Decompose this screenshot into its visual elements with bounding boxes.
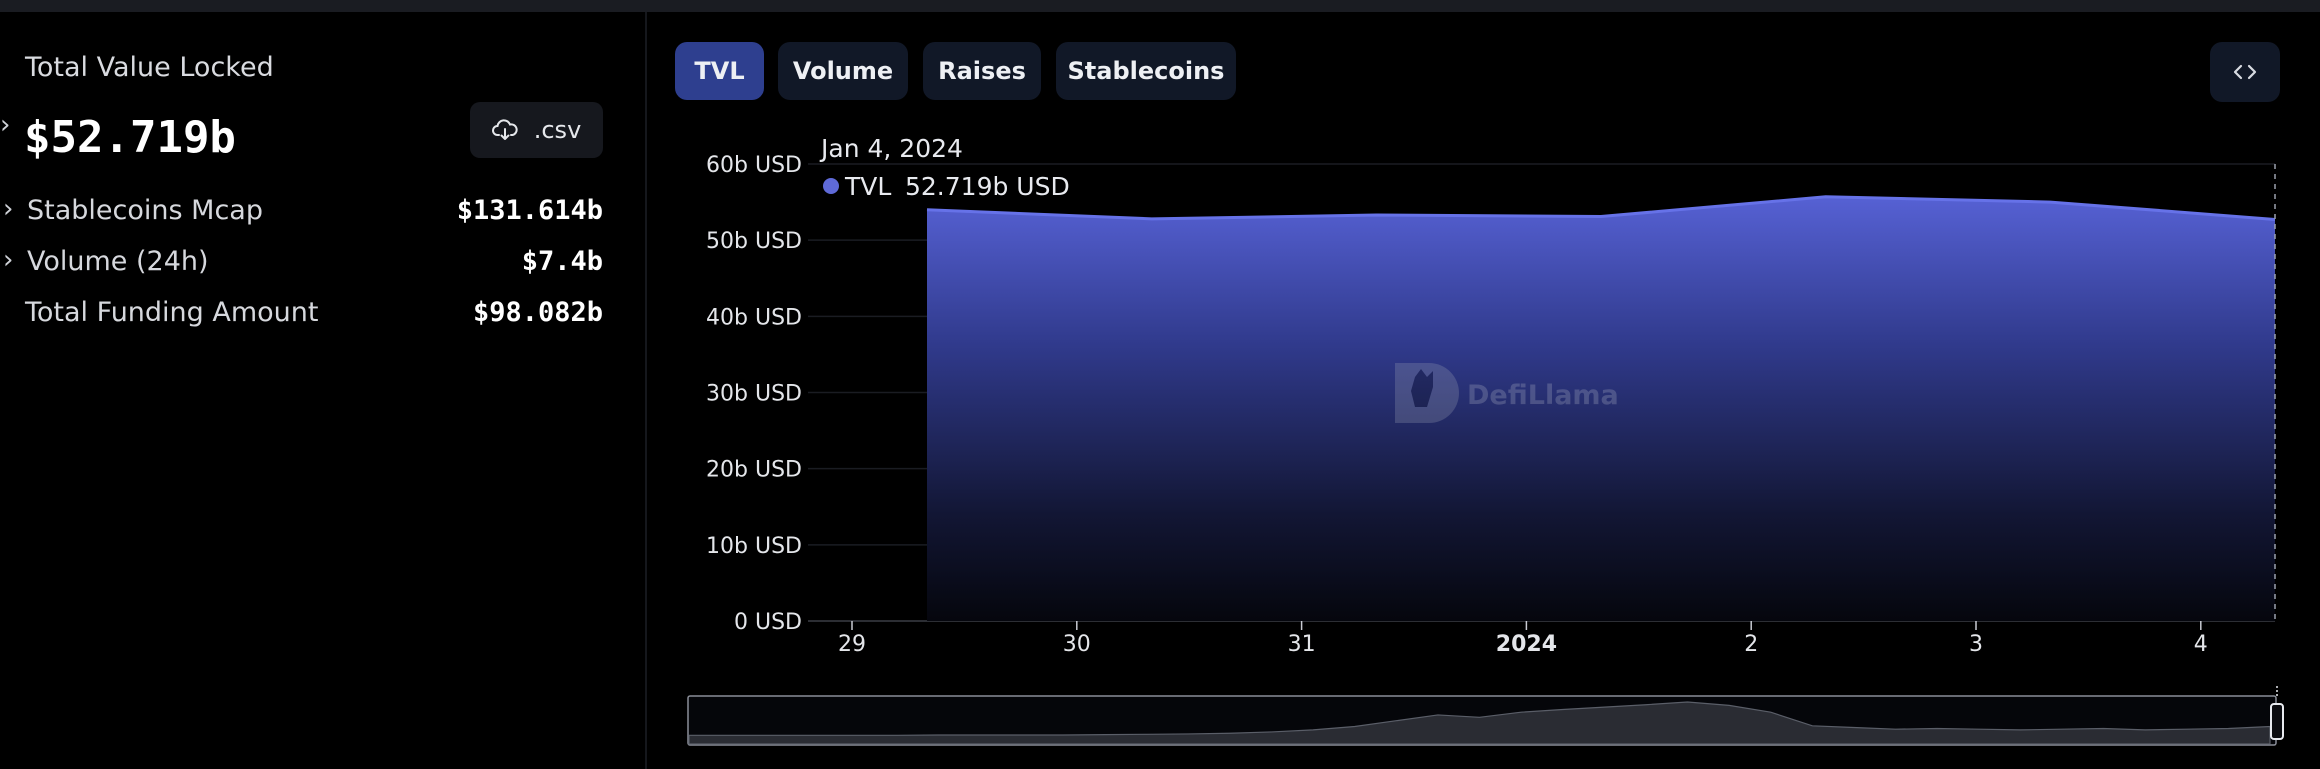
tooltip-series-name: TVL <box>844 172 891 201</box>
x-tick-label: 31 <box>1288 632 1316 657</box>
brush-handle-right[interactable] <box>2270 703 2284 740</box>
range-brush[interactable] <box>687 686 2284 746</box>
y-tick-label: 50b USD <box>706 229 802 254</box>
tooltip-series-dot <box>823 178 839 194</box>
x-tick-label: 3 <box>1969 632 1983 657</box>
x-tick-label: 4 <box>2194 632 2208 657</box>
x-axis: 29 30 31 2024 2 3 4 <box>838 621 2208 657</box>
watermark-text: DefiLlama <box>1467 380 1619 411</box>
tooltip-date: Jan 4, 2024 <box>819 134 963 163</box>
y-tick-label: 60b USD <box>706 153 802 178</box>
x-tick-label: 2 <box>1744 632 1758 657</box>
y-tick-label: 10b USD <box>706 534 802 559</box>
y-axis: 0 USD 10b USD 20b USD 30b USD 40b USD 50b USD… <box>706 153 802 635</box>
x-tick-label: 2024 <box>1496 632 1557 657</box>
y-tick-label: 30b USD <box>706 382 802 407</box>
y-tick-label: 20b USD <box>706 458 802 483</box>
x-tick-label: 29 <box>838 632 866 657</box>
tvl-area-chart[interactable]: DefiLlama 0 USD 10b USD 20b USD 30b USD 40b … <box>0 0 2320 769</box>
chart-tooltip: Jan 4, 2024 TVL 52.719b USD <box>819 134 1070 201</box>
x-tick-label: 30 <box>1063 632 1091 657</box>
y-tick-label: 0 USD <box>734 610 802 635</box>
y-tick-label: 40b USD <box>706 305 802 330</box>
tooltip-value: 52.719b USD <box>905 172 1070 201</box>
